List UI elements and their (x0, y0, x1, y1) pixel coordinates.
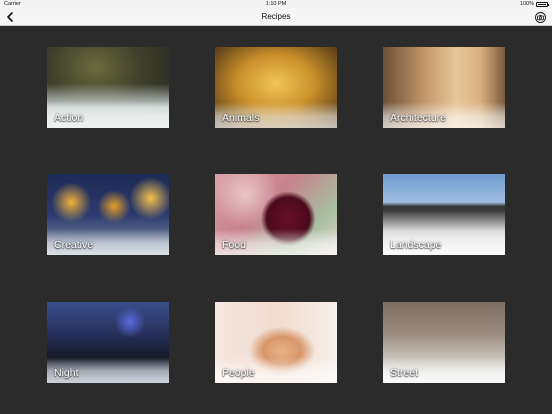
battery-icon (536, 2, 549, 7)
status-bar: Carrier 1:10 PM 100% (0, 0, 552, 9)
category-label: Night (54, 367, 79, 379)
navigation-bar: Recipes (0, 9, 552, 26)
page-title: Recipes (261, 12, 291, 21)
category-label: Landscape (390, 239, 442, 251)
category-tile-street[interactable]: Street (383, 302, 505, 383)
category-label: Action (54, 112, 84, 124)
category-tile-creative[interactable]: Creative (47, 174, 169, 255)
category-tile-action[interactable]: Action (47, 47, 169, 128)
camera-icon (534, 11, 546, 23)
category-label: Food (222, 239, 246, 251)
status-time: 1:10 PM (265, 1, 287, 7)
category-tile-animals[interactable]: Animals (215, 47, 337, 128)
category-tile-night[interactable]: Night (47, 302, 169, 383)
category-label: Architecture (390, 112, 447, 124)
category-label: Street (390, 367, 419, 379)
category-label: Animals (222, 112, 260, 124)
category-tile-people[interactable]: People (215, 302, 337, 383)
camera-button[interactable] (533, 10, 547, 24)
category-grid: Action Animals Architecture Creative Foo… (0, 26, 552, 414)
category-label: People (222, 367, 255, 379)
battery-percentage: 100% (519, 1, 534, 7)
category-tile-architecture[interactable]: Architecture (383, 47, 505, 128)
category-tile-landscape[interactable]: Landscape (383, 174, 505, 255)
category-tile-food[interactable]: Food (215, 174, 337, 255)
category-label: Creative (54, 239, 94, 251)
